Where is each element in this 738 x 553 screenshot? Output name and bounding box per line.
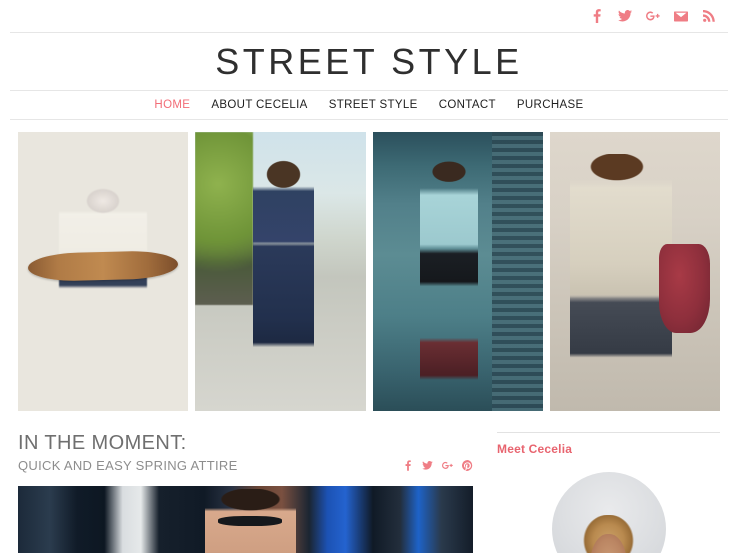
avatar-container — [497, 472, 720, 553]
google-plus-share-icon[interactable] — [442, 460, 453, 472]
hero-photo-4 — [549, 132, 720, 411]
top-social-bar — [10, 0, 728, 33]
author-avatar[interactable] — [551, 472, 666, 553]
sidebar: Meet Cecelia — [497, 432, 720, 553]
page-root: STREET STYLE HOME ABOUT CECELIA STREET S… — [0, 0, 738, 553]
hero-photo-3 — [372, 132, 543, 411]
pinterest-share-icon[interactable] — [462, 460, 473, 472]
site-title[interactable]: STREET STYLE — [215, 41, 522, 83]
main-navigation: HOME ABOUT CECELIA STREET STYLE CONTACT … — [10, 90, 728, 120]
post-heading-group: IN THE MOMENT: QUICK AND EASY SPRING ATT… — [18, 432, 238, 474]
facebook-share-icon[interactable] — [402, 460, 413, 472]
site-header: STREET STYLE — [0, 33, 738, 90]
hero-photo-1 — [18, 132, 188, 411]
twitter-share-icon[interactable] — [422, 460, 433, 472]
social-links — [590, 8, 716, 24]
post-title[interactable]: IN THE MOMENT: — [18, 432, 238, 455]
nav-item-purchase[interactable]: PURCHASE — [517, 99, 584, 111]
facebook-icon[interactable] — [590, 8, 604, 24]
main-column: IN THE MOMENT: QUICK AND EASY SPRING ATT… — [18, 432, 473, 553]
post-subtitle: QUICK AND EASY SPRING ATTIRE — [18, 458, 238, 473]
email-icon[interactable] — [674, 8, 688, 24]
widget-title: Meet Cecelia — [497, 442, 573, 456]
rss-icon[interactable] — [702, 8, 716, 24]
hero-image-cardigan-backpack[interactable] — [549, 132, 720, 411]
nav-item-contact[interactable]: CONTACT — [439, 99, 496, 111]
post-share-links — [402, 460, 473, 474]
hero-image-grid — [18, 132, 720, 411]
hero-image-skater-girl[interactable] — [18, 132, 189, 411]
hero-image-teal-top[interactable] — [372, 132, 543, 411]
twitter-icon[interactable] — [618, 8, 632, 24]
content-area: IN THE MOMENT: QUICK AND EASY SPRING ATT… — [18, 432, 720, 553]
nav-item-about-cecelia[interactable]: ABOUT CECELIA — [211, 99, 307, 111]
meet-cecelia-widget: Meet Cecelia — [497, 432, 720, 553]
google-plus-icon[interactable] — [646, 8, 660, 24]
post-header: IN THE MOMENT: QUICK AND EASY SPRING ATT… — [18, 432, 473, 474]
nav-item-home[interactable]: HOME — [154, 99, 190, 111]
post-featured-image[interactable] — [18, 485, 473, 553]
hero-photo-2 — [195, 132, 366, 411]
hero-image-man-blazer[interactable] — [195, 132, 366, 411]
nav-item-street-style[interactable]: STREET STYLE — [329, 99, 418, 111]
